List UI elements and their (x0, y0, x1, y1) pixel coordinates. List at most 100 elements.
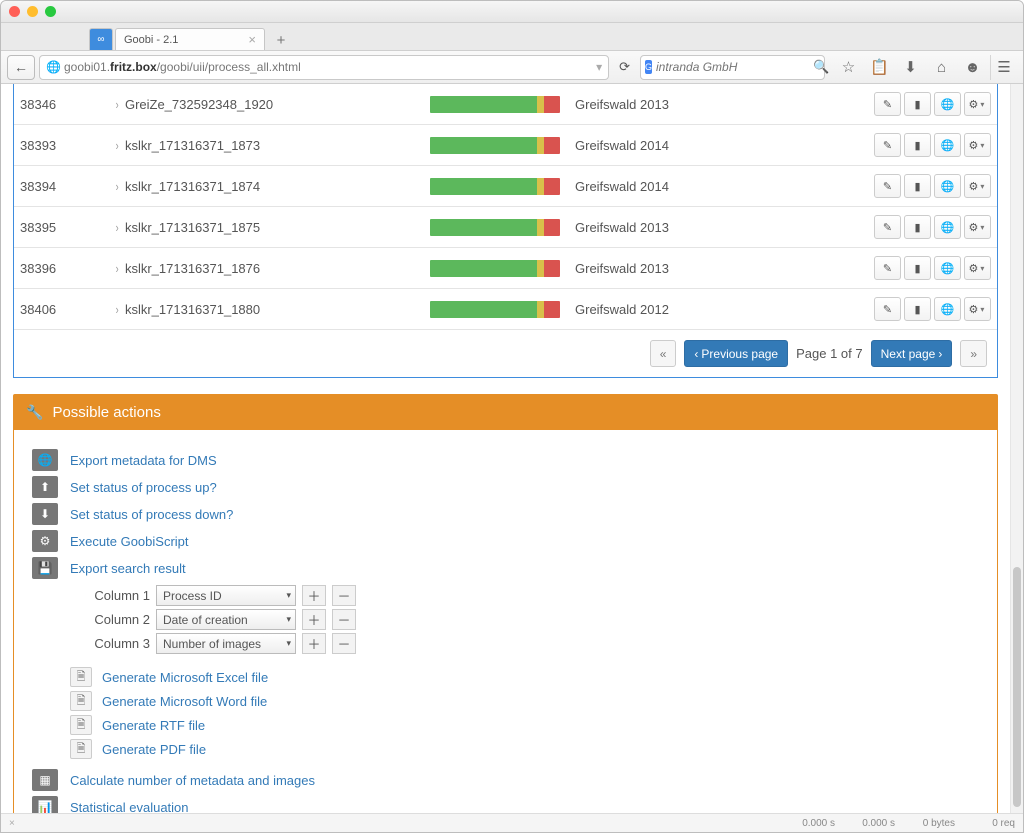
table-row: 38346› GreiZe_732592348_1920Greifswald 2… (14, 84, 997, 125)
close-window-button[interactable] (9, 6, 20, 17)
column3-select[interactable]: Number of images (156, 633, 296, 654)
book-button[interactable]: ▮ (904, 92, 931, 116)
reload-button[interactable]: ⟳ (619, 59, 630, 75)
project-cell: Greifswald 2014 (569, 125, 744, 166)
pinned-tab-icon[interactable]: ∞ (89, 28, 113, 50)
book-button[interactable]: ▮ (904, 256, 931, 280)
edit-button[interactable]: ✎ (874, 174, 901, 198)
column3-label: Column 3 (70, 636, 150, 651)
gear-dropdown-button[interactable]: ⚙▾ (964, 256, 991, 280)
globe-button[interactable]: 🌐 (934, 92, 961, 116)
calc-metadata-link[interactable]: Calculate number of metadata and images (70, 773, 315, 788)
row-actions: ✎▮🌐⚙▾ (744, 125, 997, 166)
column3-add-button[interactable]: ＋ (302, 633, 326, 654)
chevron-right-icon[interactable]: › (116, 261, 119, 276)
scrollbar[interactable] (1010, 84, 1023, 813)
process-id: 38395 (14, 207, 109, 248)
prev-page-button[interactable]: ‹ Previous page (684, 340, 788, 367)
edit-button[interactable]: ✎ (874, 215, 901, 239)
edit-button[interactable]: ✎ (874, 256, 901, 280)
chart-icon: 📊 (32, 796, 58, 813)
status-bytes: 0 bytes (911, 818, 955, 829)
search-engine-icon: G (645, 60, 652, 74)
last-page-button[interactable]: » (960, 340, 987, 367)
book-button[interactable]: ▮ (904, 215, 931, 239)
generate-excel-link[interactable]: Generate Microsoft Excel file (102, 670, 268, 685)
chevron-right-icon[interactable]: › (116, 220, 119, 235)
clipboard-icon[interactable]: 📋 (866, 55, 893, 80)
project-cell: Greifswald 2013 (569, 207, 744, 248)
process-id: 38396 (14, 248, 109, 289)
column3-remove-button[interactable]: － (332, 633, 356, 654)
status-up-link[interactable]: Set status of process up? (70, 480, 217, 495)
generate-pdf-link[interactable]: Generate PDF file (102, 742, 206, 757)
generate-word-link[interactable]: Generate Microsoft Word file (102, 694, 267, 709)
progress-bar (430, 178, 560, 195)
column1-label: Column 1 (70, 588, 150, 603)
chevron-right-icon[interactable]: › (116, 138, 119, 153)
back-button[interactable]: ← (7, 55, 35, 80)
statistical-eval-link[interactable]: Statistical evaluation (70, 800, 189, 814)
url-bar[interactable]: 🌐 goobi01.fritz.box/goobi/uii/process_al… (39, 55, 609, 80)
bookmark-icon[interactable]: ☆ (835, 55, 862, 80)
zoom-window-button[interactable] (45, 6, 56, 17)
progress-cell (424, 248, 569, 289)
export-search-link[interactable]: Export search result (70, 561, 186, 576)
gear-dropdown-button[interactable]: ⚙▾ (964, 92, 991, 116)
globe-button[interactable]: 🌐 (934, 215, 961, 239)
search-input[interactable] (656, 60, 813, 74)
chat-icon[interactable]: ☻ (959, 55, 986, 80)
next-page-button[interactable]: Next page › (871, 340, 953, 367)
scrollbar-thumb[interactable] (1013, 567, 1021, 807)
book-button[interactable]: ▮ (904, 297, 931, 321)
browser-tab[interactable]: Goobi - 2.1 × (115, 28, 265, 50)
close-status-icon[interactable]: × (9, 818, 15, 829)
minimize-window-button[interactable] (27, 6, 38, 17)
book-button[interactable]: ▮ (904, 174, 931, 198)
gear-dropdown-button[interactable]: ⚙▾ (964, 297, 991, 321)
globe-button[interactable]: 🌐 (934, 256, 961, 280)
progress-cell (424, 207, 569, 248)
edit-button[interactable]: ✎ (874, 133, 901, 157)
browser-search[interactable]: G 🔍 (640, 55, 825, 80)
edit-button[interactable]: ✎ (874, 297, 901, 321)
project-cell: Greifswald 2012 (569, 289, 744, 330)
execute-script-link[interactable]: Execute GoobiScript (70, 534, 189, 549)
chevron-right-icon[interactable]: › (116, 302, 119, 317)
column1-remove-button[interactable]: － (332, 585, 356, 606)
first-page-button[interactable]: « (650, 340, 677, 367)
chevron-right-icon[interactable]: › (116, 97, 119, 112)
column1-select[interactable]: Process ID (156, 585, 296, 606)
close-tab-icon[interactable]: × (248, 32, 256, 47)
globe-button[interactable]: 🌐 (934, 174, 961, 198)
gear-dropdown-button[interactable]: ⚙▾ (964, 133, 991, 157)
process-table-panel: 38346› GreiZe_732592348_1920Greifswald 2… (13, 84, 998, 378)
new-tab-button[interactable]: + (271, 30, 291, 50)
dropdown-icon[interactable]: ▾ (596, 60, 602, 74)
home-icon[interactable]: ⌂ (928, 55, 955, 80)
process-id: 38406 (14, 289, 109, 330)
status-down-link[interactable]: Set status of process down? (70, 507, 233, 522)
hamburger-menu-icon[interactable]: ☰ (990, 55, 1017, 80)
edit-button[interactable]: ✎ (874, 92, 901, 116)
generate-rtf-link[interactable]: Generate RTF file (102, 718, 205, 733)
column1-add-button[interactable]: ＋ (302, 585, 326, 606)
table-row: 38395› kslkr_171316371_1875Greifswald 20… (14, 207, 997, 248)
search-icon[interactable]: 🔍 (813, 59, 829, 75)
downloads-icon[interactable]: ⬇ (897, 55, 924, 80)
gear-dropdown-button[interactable]: ⚙▾ (964, 215, 991, 239)
file-icon: 🗎 (70, 691, 92, 711)
column2-remove-button[interactable]: － (332, 609, 356, 630)
page-scroll[interactable]: 38346› GreiZe_732592348_1920Greifswald 2… (1, 84, 1010, 813)
save-icon: 💾 (32, 557, 58, 579)
column2-select[interactable]: Date of creation (156, 609, 296, 630)
book-button[interactable]: ▮ (904, 133, 931, 157)
export-dms-link[interactable]: Export metadata for DMS (70, 453, 217, 468)
globe-button[interactable]: 🌐 (934, 297, 961, 321)
url-domain: fritz.box (110, 60, 157, 74)
column2-add-button[interactable]: ＋ (302, 609, 326, 630)
globe-button[interactable]: 🌐 (934, 133, 961, 157)
gear-dropdown-button[interactable]: ⚙▾ (964, 174, 991, 198)
file-icon: 🗎 (70, 715, 92, 735)
chevron-right-icon[interactable]: › (116, 179, 119, 194)
